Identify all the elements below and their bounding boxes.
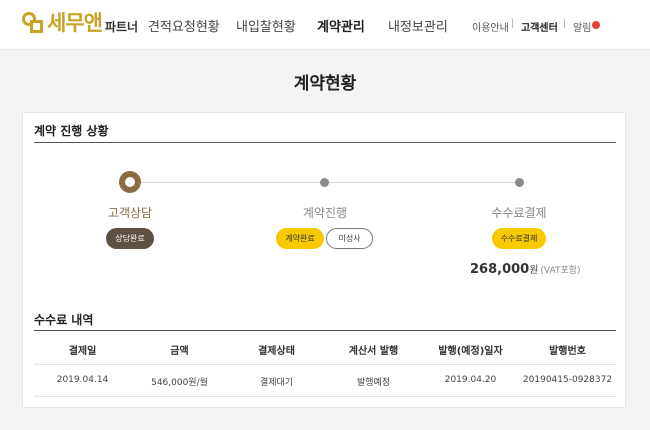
progress-section-title: 계약 진행 상황 (34, 124, 109, 138)
fee-payment-button[interactable]: 수수료결제 (492, 228, 546, 249)
fee-amount-value: 268,000 (470, 262, 530, 277)
section-divider (34, 142, 616, 143)
step-fee-icon (515, 178, 524, 187)
table-header-cell: 발행(예정)일자 (438, 346, 503, 357)
nav-my-info[interactable]: 내정보관리 (388, 16, 448, 35)
nav-estimate-requests[interactable]: 견적요청현황 (148, 16, 220, 35)
table-header-cell: 계산서 발행 (348, 346, 399, 357)
util-customer-center-link[interactable]: 고객센터 (521, 19, 558, 34)
step-label-contract: 계약진행 (302, 206, 348, 220)
not-concluded-button[interactable]: 미성사 (326, 228, 373, 249)
fee-amount-unit: 원 (529, 265, 539, 276)
table-cell-issue-date: 2019.04.20 (444, 375, 497, 385)
table-header-cell: 금액 (170, 346, 189, 357)
logo-main-text: 세무앤 (47, 12, 103, 35)
table-header-cell: 결제상태 (258, 346, 295, 357)
table-cell-payment-date: 2019.04.14 (56, 375, 109, 385)
util-divider: | (563, 19, 567, 29)
table-header-cell: 결제일 (68, 346, 97, 357)
util-guide-link[interactable]: 이용안내 (472, 19, 509, 34)
progress-track (141, 182, 520, 183)
nav-contract-management[interactable]: 계약관리 (317, 16, 365, 35)
fee-vat-note: (VAT포함) (540, 266, 581, 276)
page-title: 계약현황 (293, 74, 357, 94)
util-divider: | (511, 19, 515, 29)
logo[interactable]: 세무앤 파트너 (22, 10, 138, 38)
step-contract-icon (320, 178, 329, 187)
step-label-fee: 수수료결제 (491, 206, 547, 220)
table-cell-amount: 546,000원/월 (151, 378, 208, 388)
table-cell-issue-number: 20190415-0928372 (522, 375, 613, 385)
util-notifications-link[interactable]: 알림 (573, 19, 591, 34)
top-header: 세무앤 파트너 견적요청현황 내입찰현황 계약관리 내정보관리 이용안내 | 고… (0, 0, 650, 50)
consult-done-button[interactable]: 상담완료 (106, 228, 154, 249)
logo-sub-text: 파트너 (104, 20, 139, 34)
section-divider (34, 330, 616, 331)
logo-icon (22, 12, 44, 34)
table-cell-invoice-status: 발행예정 (356, 378, 391, 388)
step-label-consult: 고객상담 (107, 206, 153, 220)
notification-badge-icon (592, 21, 600, 29)
fees-section-title: 수수료 내역 (34, 313, 94, 327)
table-header-cell: 발행번호 (549, 346, 586, 357)
nav-my-bids[interactable]: 내입찰현황 (236, 16, 296, 35)
contract-done-button[interactable]: 계약완료 (276, 228, 324, 249)
step-consult-active-icon (119, 171, 141, 193)
table-row-divider (34, 396, 616, 397)
table-cell-payment-status: 결제대기 (259, 378, 294, 388)
fee-amount: 268,000원 (VAT포함) (470, 261, 581, 277)
table-row-divider (34, 364, 616, 365)
